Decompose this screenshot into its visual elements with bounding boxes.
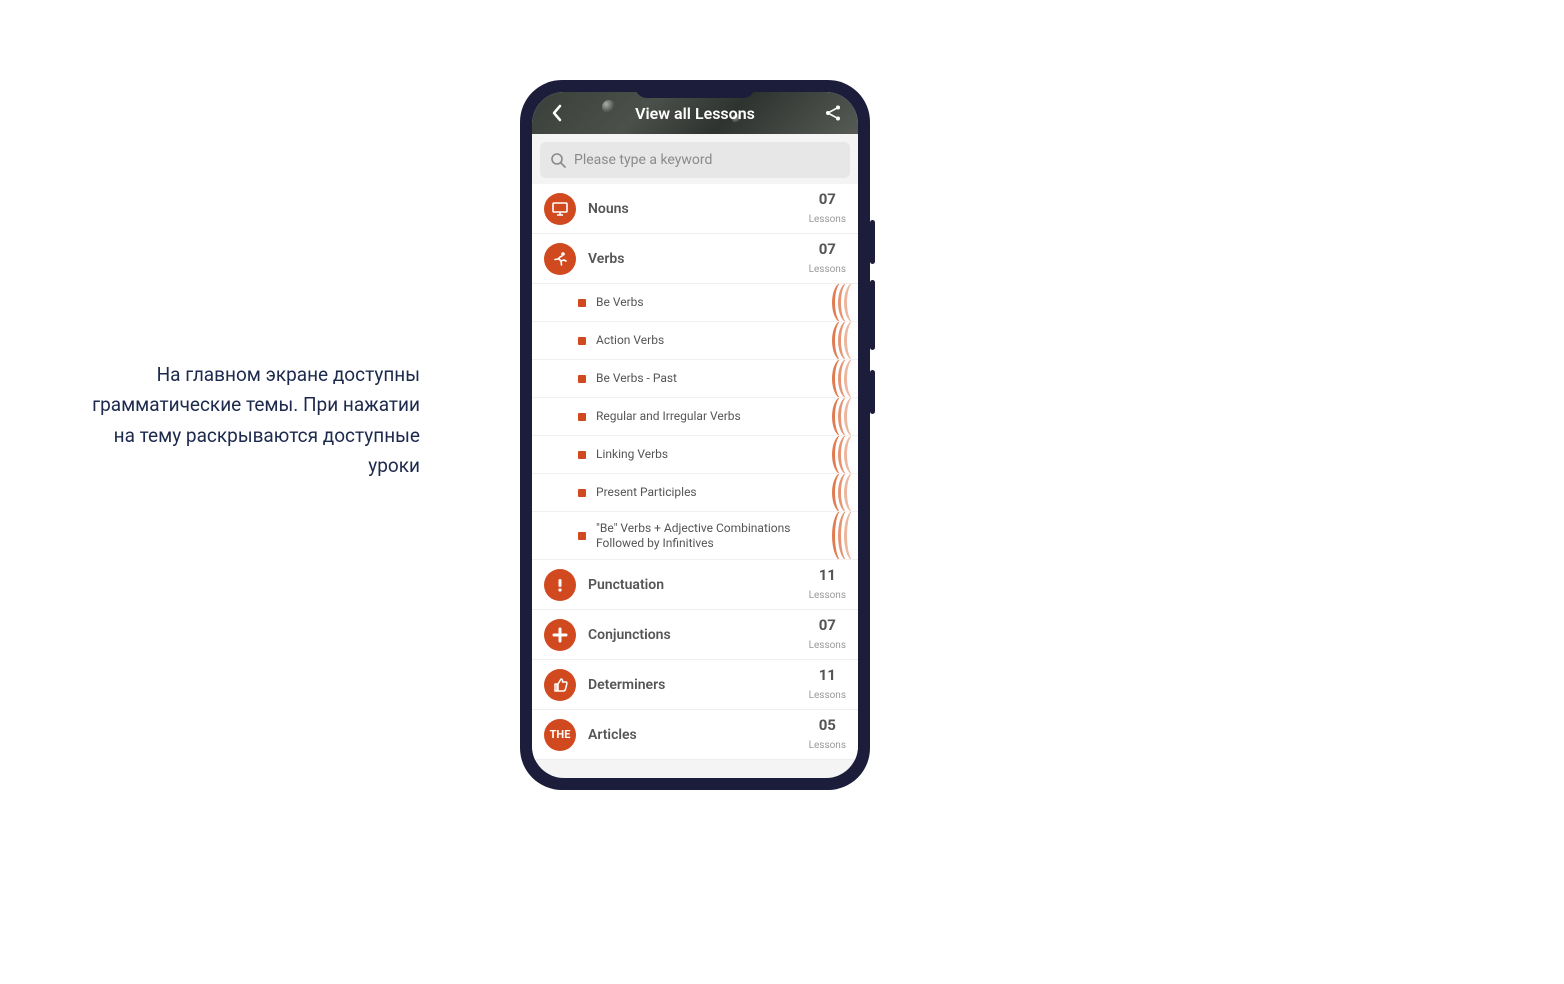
lesson-label: Action Verbs bbox=[596, 333, 848, 348]
caption-text: На главном экране доступны грамматически… bbox=[70, 360, 420, 482]
running-icon bbox=[544, 243, 576, 275]
app-screen: View all Lessons Please type a keyword N… bbox=[532, 92, 858, 778]
header-title: View all Lessons bbox=[635, 104, 755, 123]
swipe-indicator-icon bbox=[832, 398, 858, 435]
monitor-icon bbox=[544, 193, 576, 225]
plus-icon bbox=[544, 619, 576, 651]
category-count: 05 Lessons bbox=[809, 718, 846, 752]
category-count: 11 Lessons bbox=[809, 668, 846, 702]
category-list: Nouns 07 Lessons Verbs 07 Lessons bbox=[532, 184, 858, 760]
exclamation-icon bbox=[544, 569, 576, 601]
swipe-indicator-icon bbox=[832, 436, 858, 473]
category-label: Articles bbox=[588, 727, 797, 743]
swipe-indicator-icon bbox=[832, 360, 858, 397]
category-row-articles[interactable]: THE Articles 05 Lessons bbox=[532, 710, 858, 760]
category-label: Determiners bbox=[588, 677, 797, 693]
lesson-label: "Be" Verbs + Adjective Combinations Foll… bbox=[596, 521, 848, 551]
category-count: 11 Lessons bbox=[809, 568, 846, 602]
category-count: 07 Lessons bbox=[809, 242, 846, 276]
phone-side-button bbox=[870, 220, 875, 264]
lesson-row[interactable]: Linking Verbs bbox=[532, 436, 858, 474]
lesson-row[interactable]: Action Verbs bbox=[532, 322, 858, 360]
the-text-icon: THE bbox=[544, 719, 576, 751]
lesson-row[interactable]: Be Verbs - Past bbox=[532, 360, 858, 398]
search-icon bbox=[550, 152, 566, 168]
category-row-conjunctions[interactable]: Conjunctions 07 Lessons bbox=[532, 610, 858, 660]
search-placeholder: Please type a keyword bbox=[574, 152, 712, 168]
category-row-determiners[interactable]: Determiners 11 Lessons bbox=[532, 660, 858, 710]
lesson-label: Be Verbs bbox=[596, 295, 848, 310]
phone-side-button bbox=[870, 370, 875, 414]
lesson-row[interactable]: Present Participles bbox=[532, 474, 858, 512]
category-label: Conjunctions bbox=[588, 627, 797, 643]
category-row-verbs[interactable]: Verbs 07 Lessons bbox=[532, 234, 858, 284]
lesson-label: Be Verbs - Past bbox=[596, 371, 848, 386]
category-row-punctuation[interactable]: Punctuation 11 Lessons bbox=[532, 560, 858, 610]
lesson-row[interactable]: "Be" Verbs + Adjective Combinations Foll… bbox=[532, 512, 858, 560]
bullet-icon bbox=[578, 413, 586, 421]
thumbs-up-icon bbox=[544, 669, 576, 701]
swipe-indicator-icon bbox=[832, 512, 858, 559]
lesson-label: Regular and Irregular Verbs bbox=[596, 409, 848, 424]
category-label: Punctuation bbox=[588, 577, 797, 593]
share-icon bbox=[824, 104, 842, 122]
lesson-row[interactable]: Be Verbs bbox=[532, 284, 858, 322]
chevron-left-icon bbox=[551, 104, 563, 122]
bullet-icon bbox=[578, 489, 586, 497]
category-count: 07 Lessons bbox=[809, 618, 846, 652]
bullet-icon bbox=[578, 299, 586, 307]
app-header: View all Lessons bbox=[532, 92, 858, 134]
lesson-row[interactable]: Regular and Irregular Verbs bbox=[532, 398, 858, 436]
category-row-nouns[interactable]: Nouns 07 Lessons bbox=[532, 184, 858, 234]
lesson-label: Linking Verbs bbox=[596, 447, 848, 462]
phone-side-button bbox=[870, 280, 875, 350]
bullet-icon bbox=[578, 375, 586, 383]
swipe-indicator-icon bbox=[832, 284, 858, 321]
bullet-icon bbox=[578, 532, 586, 540]
category-count: 07 Lessons bbox=[809, 192, 846, 226]
bullet-icon bbox=[578, 337, 586, 345]
back-button[interactable] bbox=[542, 92, 572, 134]
swipe-indicator-icon bbox=[832, 322, 858, 359]
share-button[interactable] bbox=[818, 92, 848, 134]
phone-frame: View all Lessons Please type a keyword N… bbox=[520, 80, 870, 790]
swipe-indicator-icon bbox=[832, 474, 858, 511]
phone-notch bbox=[635, 80, 755, 98]
category-label: Verbs bbox=[588, 251, 797, 267]
lesson-label: Present Participles bbox=[596, 485, 848, 500]
category-label: Nouns bbox=[588, 201, 797, 217]
search-input[interactable]: Please type a keyword bbox=[540, 142, 850, 178]
bullet-icon bbox=[578, 451, 586, 459]
